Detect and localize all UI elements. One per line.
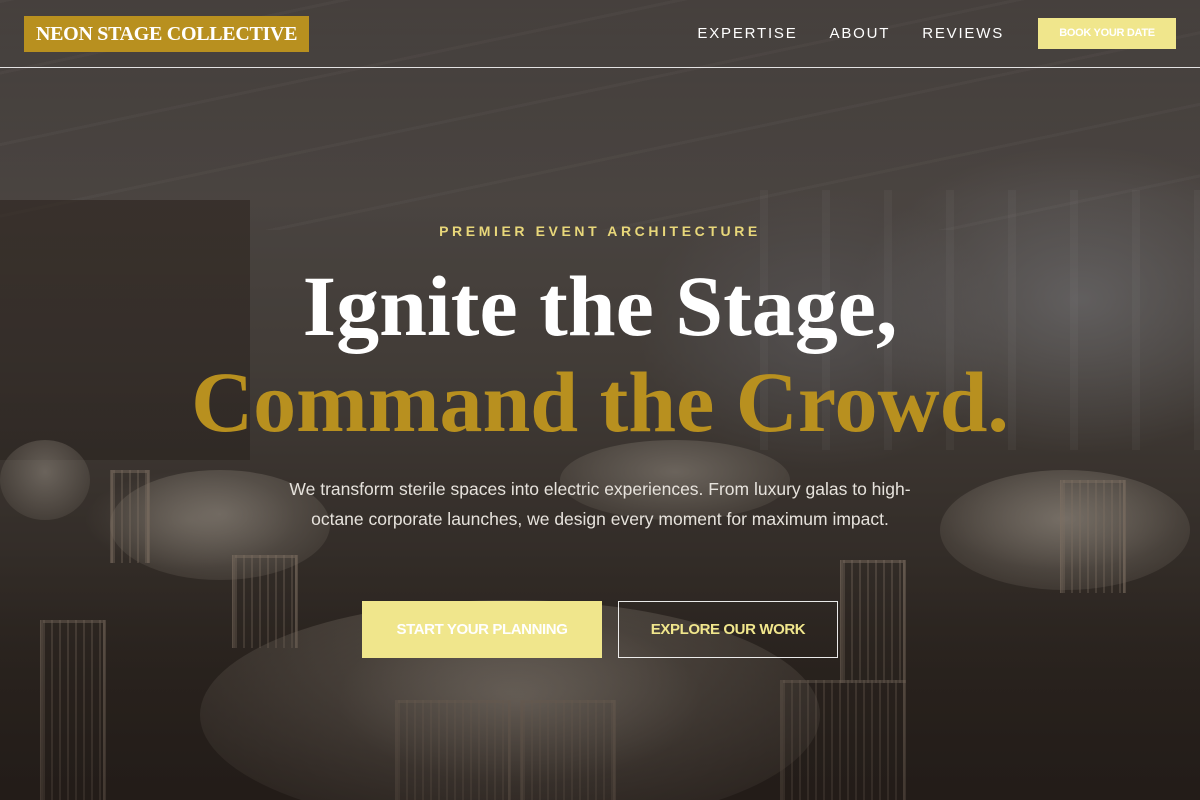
hero-subtitle: We transform sterile spaces into electri…: [289, 479, 911, 529]
start-planning-button[interactable]: START YOUR PLANNING: [362, 601, 602, 658]
hero-eyebrow: PREMIER EVENT ARCHITECTURE: [439, 223, 761, 239]
nav-link-about[interactable]: ABOUT: [830, 24, 891, 44]
brand-logo[interactable]: NEON STAGE COLLECTIVE: [24, 16, 310, 52]
site-header: NEON STAGE COLLECTIVE EXPERTISE ABOUT RE…: [0, 0, 1200, 68]
book-your-date-button[interactable]: BOOK YOUR DATE: [1038, 18, 1176, 49]
hero-title-line-1: Ignite the Stage,: [302, 258, 898, 354]
main-nav: EXPERTISE ABOUT REVIEWS: [697, 24, 1004, 44]
explore-work-button[interactable]: EXPLORE OUR WORK: [618, 601, 838, 658]
nav-link-reviews[interactable]: REVIEWS: [922, 24, 1004, 44]
nav-link-expertise[interactable]: EXPERTISE: [697, 24, 797, 44]
hero-title-line-2: Command the Crowd.: [191, 354, 1009, 450]
